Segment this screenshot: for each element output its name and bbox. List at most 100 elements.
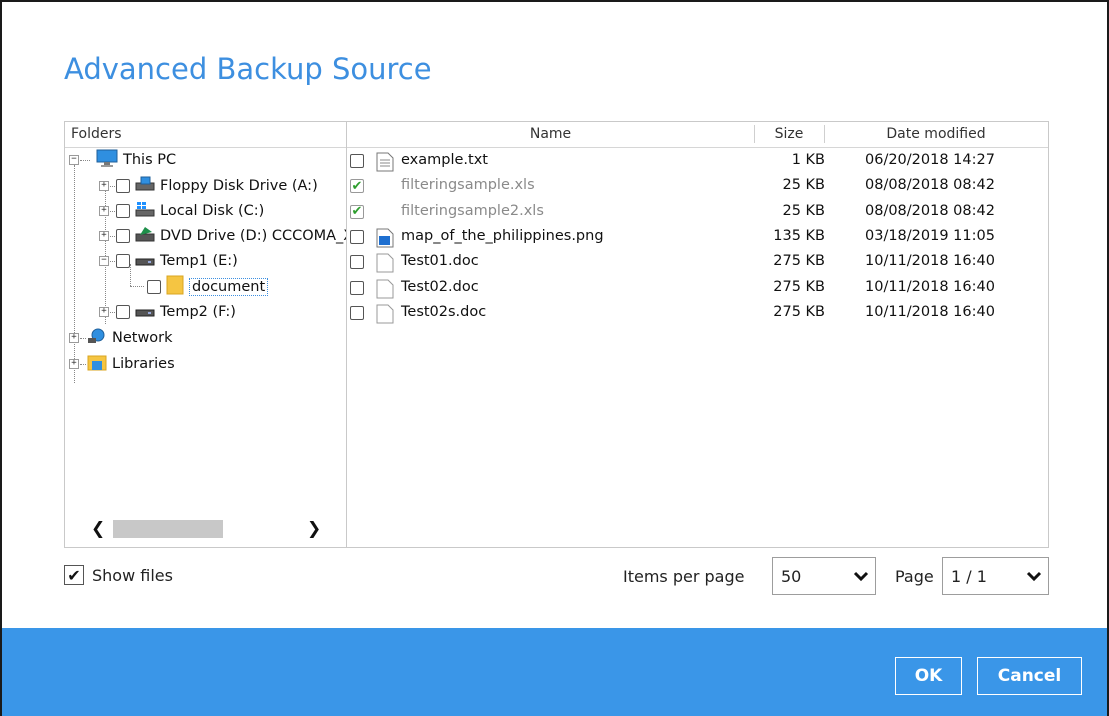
- tree-item-network[interactable]: + Network: [69, 326, 173, 350]
- tree-item-temp1-e[interactable]: − Temp1 (E:): [99, 249, 238, 273]
- expand-toggle-icon[interactable]: +: [99, 231, 109, 241]
- tree-item-floppy-drive[interactable]: + Floppy Disk Drive (A:): [99, 174, 318, 198]
- expand-toggle-icon[interactable]: +: [69, 333, 79, 343]
- tree-item-label: Libraries: [112, 356, 175, 372]
- file-date-modified: 06/20/2018 14:27: [865, 152, 995, 168]
- file-size: 1 KB: [791, 152, 825, 168]
- tree-item-temp2-f[interactable]: + Temp2 (F:): [99, 300, 236, 324]
- tree-item-label: Floppy Disk Drive (A:): [160, 178, 318, 194]
- blank-file-icon: [376, 279, 394, 303]
- file-checkbox[interactable]: ✔: [350, 204, 364, 219]
- show-files-toggle[interactable]: ✔ Show files: [64, 565, 173, 585]
- file-name: filteringsample2.xls: [401, 202, 544, 219]
- file-size: 135 KB: [773, 227, 825, 244]
- items-per-page-value: 50: [781, 566, 802, 586]
- file-row[interactable]: Test02.doc 275 KB 10/11/2018 16:40: [347, 276, 1048, 301]
- scroll-left-icon[interactable]: ❮: [91, 519, 105, 539]
- dialog-footer: OK Cancel: [2, 628, 1107, 716]
- file-row[interactable]: map_of_the_philippines.png 135 KB 03/18/20…: [347, 225, 1048, 250]
- tree-item-label: This PC: [123, 152, 177, 168]
- file-size: 25 KB: [782, 202, 825, 219]
- tree-item-dvd-drive[interactable]: + DVD Drive (D:) CCCOMA_X64FRE_EN-US_DV9: [99, 224, 346, 248]
- file-name: Test02.doc: [401, 278, 479, 295]
- column-header-date-modified[interactable]: Date modified: [824, 126, 1048, 142]
- scroll-right-icon[interactable]: ❯: [307, 519, 321, 539]
- chevron-down-icon: [1020, 567, 1048, 586]
- items-per-page-label: Items per page: [623, 567, 745, 586]
- ok-button[interactable]: OK: [895, 657, 962, 695]
- items-per-page-select[interactable]: 50: [772, 557, 876, 595]
- advanced-backup-source-dialog: Advanced Backup Source Folders − This PC…: [0, 0, 1109, 716]
- files-header: Name Size Date modified: [347, 122, 1048, 148]
- chevron-down-icon: [847, 567, 875, 586]
- file-size: 275 KB: [773, 278, 825, 295]
- file-name: filteringsample.xls: [401, 177, 535, 194]
- cancel-button[interactable]: Cancel: [977, 657, 1082, 695]
- page-label: Page: [895, 567, 934, 586]
- file-name: example.txt: [401, 152, 488, 168]
- file-row[interactable]: example.txt 1 KB 06/20/2018 14:27: [347, 149, 1048, 174]
- folders-header: Folders: [65, 122, 346, 148]
- tree-item-libraries[interactable]: + Libraries: [69, 352, 175, 376]
- tree-checkbox[interactable]: [116, 305, 130, 319]
- text-file-icon: [376, 152, 394, 176]
- file-row[interactable]: ✔ filteringsample2.xls 25 KB 08/08/2018 08:…: [347, 200, 1048, 225]
- file-checkbox[interactable]: ✔: [350, 179, 364, 194]
- expand-toggle-icon[interactable]: +: [99, 206, 109, 216]
- file-row[interactable]: Test01.doc 275 KB 10/11/2018 16:40: [347, 250, 1048, 275]
- file-size: 275 KB: [773, 253, 825, 270]
- tree-checkbox[interactable]: [116, 179, 130, 193]
- file-checkbox[interactable]: [350, 255, 364, 270]
- file-date-modified: 03/18/2019 11:05: [865, 227, 995, 244]
- drive-icon: [135, 302, 155, 322]
- folders-horizontal-scrollbar[interactable]: ❮ ❯: [65, 518, 346, 540]
- file-name: map_of_the_philippines.png: [401, 227, 604, 244]
- folder-tree: − This PC + Floppy Disk Drive (A:) + Loc…: [65, 148, 346, 512]
- floppy-drive-icon: [135, 176, 155, 196]
- column-header-name[interactable]: Name: [347, 126, 754, 142]
- tree-item-label: Network: [112, 330, 173, 346]
- file-checkbox[interactable]: [350, 305, 364, 320]
- tree-item-label: Local Disk (C:): [160, 203, 265, 219]
- folder-icon: [166, 275, 184, 299]
- page-value: 1 / 1: [951, 566, 987, 586]
- expand-toggle-icon[interactable]: +: [99, 307, 109, 317]
- file-date-modified: 10/11/2018 16:40: [865, 303, 995, 320]
- file-checkbox[interactable]: [350, 280, 364, 295]
- page-select[interactable]: 1 / 1: [942, 557, 1049, 595]
- blank-file-icon: [376, 304, 394, 328]
- dialog-title: Advanced Backup Source: [64, 52, 432, 86]
- expand-toggle-icon[interactable]: +: [69, 359, 79, 369]
- tree-item-label: DVD Drive (D:) CCCOMA_X64FRE_EN-US_DV9: [160, 228, 346, 244]
- collapse-toggle-icon[interactable]: −: [69, 155, 79, 165]
- file-row[interactable]: ✔ filteringsample.xls 25 KB 08/08/2018 08:4…: [347, 174, 1048, 199]
- file-size: 25 KB: [782, 177, 825, 194]
- dvd-drive-icon: [135, 226, 155, 246]
- libraries-icon: [87, 353, 107, 375]
- expand-toggle-icon[interactable]: +: [99, 181, 109, 191]
- file-date-modified: 08/08/2018 08:42: [865, 202, 995, 219]
- tree-checkbox[interactable]: [116, 204, 130, 218]
- file-checkbox[interactable]: [350, 154, 364, 168]
- file-date-modified: 10/11/2018 16:40: [865, 278, 995, 295]
- tree-item-local-disk-c[interactable]: + Local Disk (C:): [99, 199, 264, 223]
- scrollbar-thumb[interactable]: [113, 520, 223, 538]
- tree-item-label: document: [189, 278, 269, 296]
- tree-checkbox[interactable]: [116, 254, 130, 268]
- tree-item-document[interactable]: document: [147, 275, 269, 299]
- show-files-label: Show files: [92, 565, 173, 585]
- collapse-toggle-icon[interactable]: −: [99, 256, 109, 266]
- file-name: Test01.doc: [401, 253, 479, 270]
- tree-checkbox[interactable]: [147, 280, 161, 294]
- image-file-icon: [376, 228, 394, 252]
- file-checkbox[interactable]: [350, 229, 364, 244]
- network-icon: [87, 328, 107, 348]
- show-files-checkbox[interactable]: ✔: [64, 565, 84, 585]
- file-row[interactable]: Test02s.doc 275 KB 10/11/2018 16:40: [347, 301, 1048, 326]
- file-date-modified: 08/08/2018 08:42: [865, 177, 995, 194]
- windows-disk-icon: [135, 201, 155, 221]
- tree-checkbox[interactable]: [116, 229, 130, 243]
- folders-panel: Folders − This PC + Floppy Disk Drive (A…: [64, 121, 347, 548]
- tree-item-this-pc[interactable]: − This PC: [69, 148, 176, 172]
- column-header-size[interactable]: Size: [754, 126, 824, 142]
